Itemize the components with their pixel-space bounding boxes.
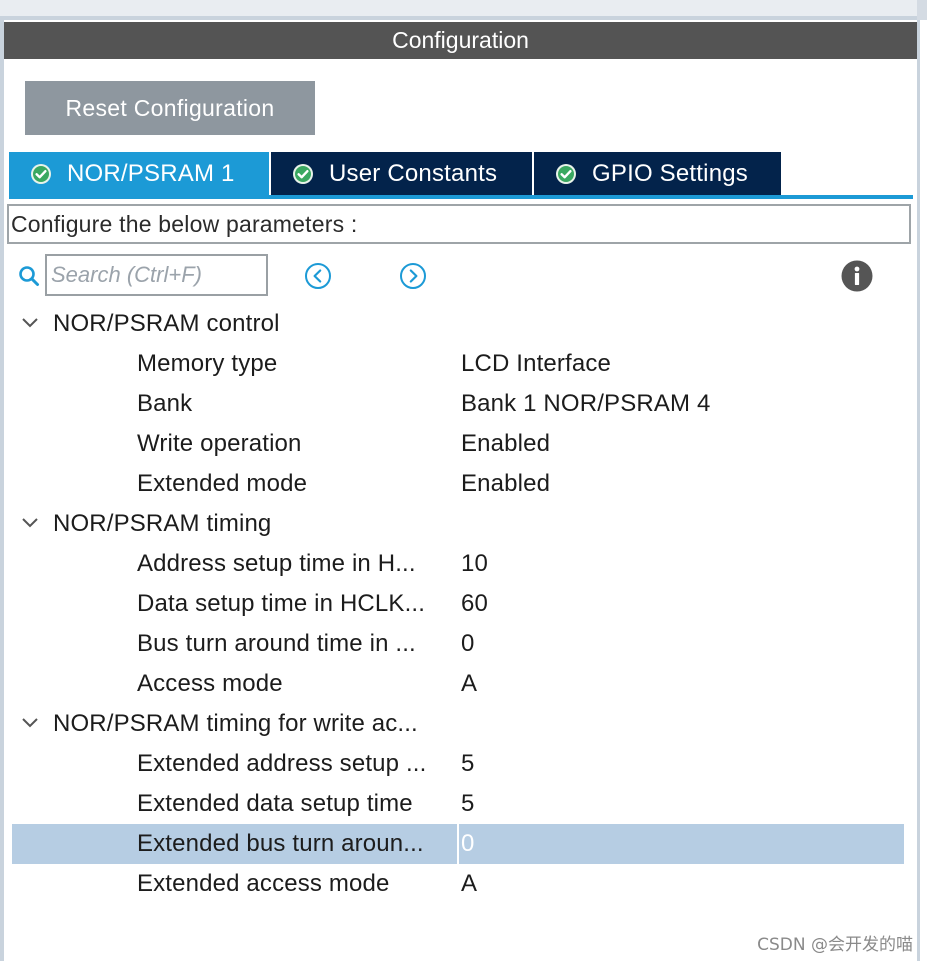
previous-match-icon[interactable] bbox=[304, 262, 332, 290]
chevron-down-icon[interactable] bbox=[21, 516, 39, 530]
tab-nor-psram-1[interactable]: NOR/PSRAM 1 bbox=[9, 152, 269, 196]
group-nor-psram-timing-write[interactable]: NOR/PSRAM timing for write ac... bbox=[12, 704, 904, 744]
param-row[interactable]: Extended address setup ... 5 bbox=[12, 744, 904, 784]
group-label: NOR/PSRAM timing for write ac... bbox=[53, 710, 418, 737]
param-label: Extended data setup time bbox=[137, 790, 413, 817]
param-value[interactable]: 0 bbox=[461, 630, 475, 658]
param-value[interactable]: Enabled bbox=[461, 470, 550, 498]
group-label: NOR/PSRAM timing bbox=[53, 510, 272, 537]
panel-title: Configuration bbox=[4, 22, 917, 59]
chevron-down-icon[interactable] bbox=[21, 316, 39, 330]
group-nor-psram-control[interactable]: NOR/PSRAM control bbox=[12, 304, 904, 344]
tab-underline bbox=[9, 195, 913, 199]
window-edge bbox=[917, 0, 927, 20]
next-match-icon[interactable] bbox=[399, 262, 427, 290]
parameter-tree: NOR/PSRAM control Memory type LCD Interf… bbox=[12, 304, 904, 904]
param-row[interactable]: Access mode A bbox=[12, 664, 904, 704]
search-toolbar bbox=[17, 254, 917, 296]
parameters-hint: Configure the below parameters : bbox=[7, 204, 911, 244]
param-value[interactable]: 5 bbox=[461, 790, 475, 818]
group-label: NOR/PSRAM control bbox=[53, 310, 280, 337]
reset-configuration-button[interactable]: Reset Configuration bbox=[25, 81, 315, 135]
tab-label: User Constants bbox=[329, 160, 498, 187]
param-value[interactable]: Bank 1 NOR/PSRAM 4 bbox=[461, 390, 710, 418]
param-row-selected[interactable]: Extended bus turn aroun... 0 bbox=[12, 824, 904, 864]
param-label: Extended bus turn aroun... bbox=[137, 830, 424, 857]
param-row[interactable]: Bank Bank 1 NOR/PSRAM 4 bbox=[12, 384, 904, 424]
top-strip bbox=[0, 0, 927, 20]
watermark: CSDN @会开发的喵 bbox=[757, 935, 913, 955]
param-label: Extended access mode bbox=[137, 870, 390, 897]
param-value-editor[interactable]: 0 bbox=[461, 830, 475, 858]
search-input[interactable] bbox=[45, 254, 268, 296]
param-value[interactable]: LCD Interface bbox=[461, 350, 611, 378]
check-circle-icon bbox=[556, 164, 576, 184]
param-value[interactable]: Enabled bbox=[461, 430, 550, 458]
param-row[interactable]: Extended mode Enabled bbox=[12, 464, 904, 504]
param-label: Data setup time in HCLK... bbox=[137, 590, 426, 617]
param-label: Extended address setup ... bbox=[137, 750, 427, 777]
param-value[interactable]: 5 bbox=[461, 750, 475, 778]
param-label: Extended mode bbox=[137, 470, 308, 497]
param-row[interactable]: Extended data setup time 5 bbox=[12, 784, 904, 824]
param-row[interactable]: Memory type LCD Interface bbox=[12, 344, 904, 384]
tab-label: GPIO Settings bbox=[592, 160, 748, 187]
param-value[interactable]: 60 bbox=[461, 590, 488, 618]
param-label: Write operation bbox=[137, 430, 302, 457]
tab-gpio-settings[interactable]: GPIO Settings bbox=[534, 152, 781, 196]
tab-user-constants[interactable]: User Constants bbox=[271, 152, 532, 196]
chevron-down-icon[interactable] bbox=[21, 716, 39, 730]
param-label: Address setup time in H... bbox=[137, 550, 416, 577]
info-icon[interactable] bbox=[841, 260, 873, 292]
param-value[interactable]: A bbox=[461, 670, 477, 698]
param-row[interactable]: Address setup time in H... 10 bbox=[12, 544, 904, 584]
cell-divider bbox=[457, 824, 459, 864]
param-label: Bus turn around time in ... bbox=[137, 630, 416, 657]
param-row[interactable]: Extended access mode A bbox=[12, 864, 904, 904]
tab-label: NOR/PSRAM 1 bbox=[67, 160, 235, 187]
param-value[interactable]: 10 bbox=[461, 550, 488, 578]
param-label: Bank bbox=[137, 390, 193, 417]
tab-bar: NOR/PSRAM 1 User Constants GPIO Settings bbox=[9, 152, 781, 196]
check-circle-icon bbox=[293, 164, 313, 184]
search-icon[interactable] bbox=[17, 264, 41, 288]
param-row[interactable]: Bus turn around time in ... 0 bbox=[12, 624, 904, 664]
param-label: Memory type bbox=[137, 350, 278, 377]
group-nor-psram-timing[interactable]: NOR/PSRAM timing bbox=[12, 504, 904, 544]
param-label: Access mode bbox=[137, 670, 283, 697]
param-value[interactable]: A bbox=[461, 870, 477, 898]
param-row[interactable]: Data setup time in HCLK... 60 bbox=[12, 584, 904, 624]
param-row[interactable]: Write operation Enabled bbox=[12, 424, 904, 464]
check-circle-icon bbox=[31, 164, 51, 184]
